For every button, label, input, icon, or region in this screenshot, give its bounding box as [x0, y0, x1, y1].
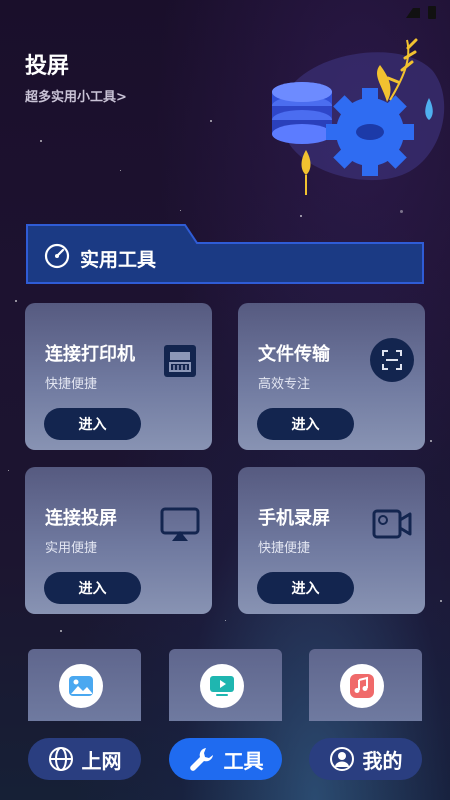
printer-icon [164, 345, 196, 377]
card-screen-record[interactable]: 手机录屏 快捷便捷 进入 [238, 467, 425, 614]
enter-button[interactable]: 进入 [257, 572, 354, 604]
tool-tile-music[interactable] [309, 649, 422, 721]
video-camera-icon [372, 509, 412, 539]
hero-illustration [272, 38, 445, 195]
globe-icon [48, 747, 73, 771]
tool-tile-image[interactable] [28, 649, 141, 721]
user-icon [329, 747, 354, 771]
page-subtitle-link[interactable]: 超多实用小工具> [25, 86, 127, 105]
card-title: 手机录屏 [258, 508, 330, 529]
cast-icon [160, 507, 200, 541]
enter-button[interactable]: 进入 [44, 408, 141, 440]
nav-tools[interactable]: 工具 [169, 738, 282, 780]
nav-label: 上网 [81, 748, 122, 773]
card-title: 连接投屏 [45, 508, 117, 529]
nav-label: 工具 [223, 748, 264, 773]
card-title: 连接打印机 [45, 344, 135, 365]
card-file-transfer[interactable]: 文件传输 高效专注 进入 [238, 303, 425, 450]
card-subtitle: 高效专注 [258, 377, 311, 392]
enter-button[interactable]: 进入 [44, 572, 141, 604]
card-title: 文件传输 [258, 344, 330, 365]
section-title: 实用工具 [80, 249, 157, 271]
speedometer-icon [44, 243, 70, 269]
signal-icon [406, 7, 420, 18]
card-connect-cast[interactable]: 连接投屏 实用便捷 进入 [25, 467, 212, 614]
wrench-icon [189, 748, 213, 771]
music-icon [340, 664, 384, 708]
nav-label: 我的 [362, 748, 403, 773]
page-title: 投屏 [25, 54, 70, 79]
card-subtitle: 实用便捷 [45, 541, 98, 556]
status-bar [406, 6, 436, 19]
scan-icon [370, 338, 414, 382]
tool-tile-video[interactable] [169, 649, 282, 721]
card-connect-printer[interactable]: 连接打印机 快捷便捷 进入 [25, 303, 212, 450]
enter-button[interactable]: 进入 [257, 408, 354, 440]
nav-internet[interactable]: 上网 [28, 738, 141, 780]
nav-mine[interactable]: 我的 [309, 738, 422, 780]
card-subtitle: 快捷便捷 [258, 541, 311, 556]
tv-play-icon [200, 664, 244, 708]
battery-icon [428, 6, 436, 19]
card-subtitle: 快捷便捷 [45, 377, 98, 392]
image-icon [59, 664, 103, 708]
